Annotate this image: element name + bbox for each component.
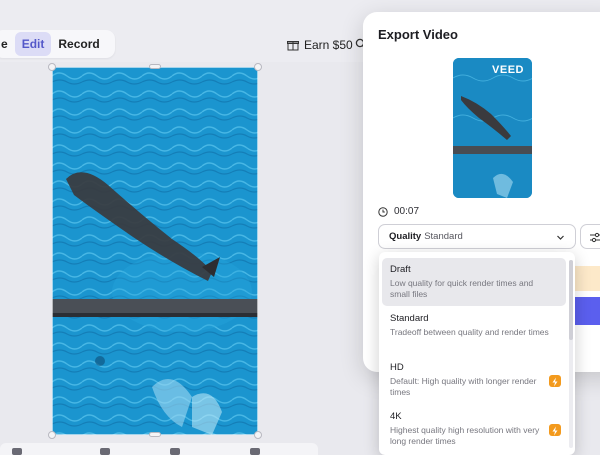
- gift-icon: [287, 41, 299, 51]
- toolbar-icon[interactable]: [250, 448, 260, 455]
- video-frame: [52, 67, 258, 435]
- resize-handle-bottom-right[interactable]: [254, 431, 262, 439]
- resize-handle-top[interactable]: [149, 64, 161, 69]
- resize-handle-top-right[interactable]: [254, 63, 262, 71]
- export-settings-button[interactable]: [580, 224, 600, 249]
- sliders-icon: [590, 232, 600, 243]
- resize-handle-bottom-left[interactable]: [48, 431, 56, 439]
- toolbar-icon[interactable]: [12, 448, 22, 455]
- export-button[interactable]: [575, 297, 600, 325]
- resize-handle-top-left[interactable]: [48, 63, 56, 71]
- scrollbar-thumb[interactable]: [569, 260, 573, 340]
- option-name: 4K: [390, 411, 402, 422]
- tab-record[interactable]: Record: [51, 32, 106, 56]
- clock-icon: [378, 206, 388, 217]
- chevron-down-icon: [557, 235, 564, 240]
- tab-edit[interactable]: Edit: [14, 32, 52, 56]
- quality-select[interactable]: Quality Standard: [378, 224, 576, 249]
- earn-button[interactable]: Earn $50: [287, 38, 353, 52]
- quality-option-standard[interactable]: Standard Tradeoff between quality and re…: [382, 307, 566, 344]
- option-description: Low quality for quick render times and s…: [390, 278, 534, 299]
- quality-option-draft[interactable]: Draft Low quality for quick render times…: [382, 258, 566, 306]
- quality-dropdown: Draft Low quality for quick render times…: [379, 252, 575, 455]
- option-name: Draft: [390, 264, 411, 275]
- duration-text: 00:07: [394, 206, 420, 217]
- quality-option-hd[interactable]: HD Default: High quality with longer ren…: [382, 356, 566, 404]
- dropdown-scrollbar[interactable]: [569, 260, 573, 448]
- mode-switcher: e Edit Record: [0, 30, 115, 58]
- earn-label: Earn $50: [304, 38, 353, 52]
- video-thumbnail: VEED: [453, 58, 532, 198]
- lightning-icon: [549, 375, 561, 387]
- option-name: Standard: [390, 313, 429, 324]
- tab-partial[interactable]: e: [0, 32, 15, 56]
- bottom-toolbar: [0, 443, 318, 455]
- quality-value: Standard: [424, 231, 463, 242]
- quality-label: Quality: [389, 231, 422, 242]
- thumbnail-image: [453, 58, 532, 198]
- upgrade-banner[interactable]: [575, 266, 600, 291]
- panel-title: Export Video: [378, 27, 458, 42]
- toolbar-icon[interactable]: [170, 448, 180, 455]
- quality-option-4k[interactable]: 4K Highest quality high resolution with …: [382, 405, 566, 453]
- veed-watermark: VEED: [492, 64, 524, 76]
- option-name: HD: [390, 362, 404, 373]
- lightning-icon: [549, 424, 561, 436]
- video-canvas[interactable]: [52, 67, 258, 435]
- option-description: Default: High quality with longer render…: [390, 376, 537, 397]
- duration: 00:07: [378, 206, 419, 217]
- resize-handle-bottom[interactable]: [149, 432, 161, 437]
- option-description: Tradeoff between quality and render time…: [390, 327, 549, 337]
- toolbar-icon[interactable]: [100, 448, 110, 455]
- option-description: Highest quality high resolution with ver…: [390, 425, 540, 446]
